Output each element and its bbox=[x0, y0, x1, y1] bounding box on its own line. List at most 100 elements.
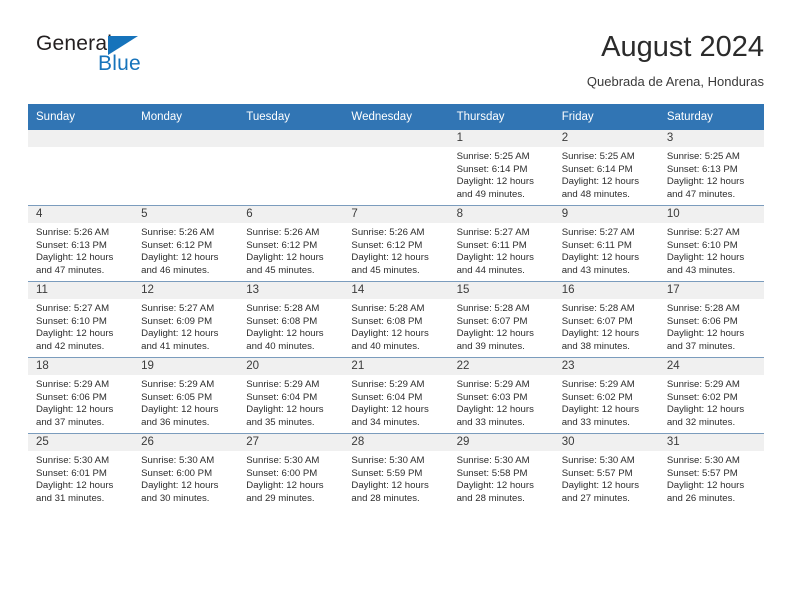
sunset-time: Sunset: 6:12 PM bbox=[246, 239, 318, 251]
daylight-duration-line1: Daylight: 12 hours bbox=[351, 404, 429, 416]
day-cell[interactable]: 5 Sunrise: 5:26 AM Sunset: 6:12 PM Daylight… bbox=[133, 206, 239, 281]
day-cell[interactable]: 27 Sunrise: 5:30 AM Sunset: 6:00 PM Dayligh… bbox=[238, 434, 344, 509]
day-details: Sunrise: 5:29 AM Sunset: 6:04 PM Daylight:… bbox=[343, 375, 448, 429]
calendar-cell: 9 Sunrise: 5:27 AM Sunset: 6:11 PM Daylight… bbox=[553, 205, 659, 282]
sunset-time: Sunset: 5:57 PM bbox=[561, 467, 633, 479]
daylight-duration-line2: and 39 minutes. bbox=[456, 340, 525, 352]
day-cell[interactable]: 31 Sunrise: 5:30 AM Sunset: 5:57 PM Dayligh… bbox=[658, 434, 764, 509]
daylight-duration-line1: Daylight: 12 hours bbox=[246, 404, 324, 416]
daylight-duration-line1: Daylight: 12 hours bbox=[36, 480, 114, 492]
day-details: Sunrise: 5:28 AM Sunset: 6:07 PM Daylight:… bbox=[554, 299, 659, 353]
sunset-time: Sunset: 6:08 PM bbox=[351, 315, 423, 327]
sunset-time: Sunset: 6:14 PM bbox=[561, 163, 633, 175]
daylight-duration-line2: and 37 minutes. bbox=[666, 340, 736, 352]
sunset-time: Sunset: 6:09 PM bbox=[141, 315, 213, 327]
weekday-header-wednesday: Wednesday bbox=[343, 104, 449, 130]
calendar-cell: 23 Sunrise: 5:29 AM Sunset: 6:02 PM Dayligh… bbox=[553, 357, 659, 434]
sunrise-time: Sunrise: 5:25 AM bbox=[456, 151, 530, 162]
calendar-cell: 27 Sunrise: 5:30 AM Sunset: 6:00 PM Dayligh… bbox=[238, 433, 344, 509]
day-cell[interactable]: 19 Sunrise: 5:29 AM Sunset: 6:05 PM Dayligh… bbox=[133, 358, 239, 433]
day-cell[interactable]: 13 Sunrise: 5:28 AM Sunset: 6:08 PM Dayligh… bbox=[238, 282, 344, 357]
day-cell-empty bbox=[133, 130, 239, 205]
calendar-cell: 24 Sunrise: 5:29 AM Sunset: 6:02 PM Dayligh… bbox=[658, 357, 764, 434]
daylight-duration-line1: Daylight: 12 hours bbox=[36, 252, 114, 264]
calendar-week-row: 11 Sunrise: 5:27 AM Sunset: 6:10 PM Dayligh… bbox=[28, 281, 764, 358]
day-cell[interactable]: 6 Sunrise: 5:26 AM Sunset: 6:12 PM Daylight… bbox=[238, 206, 344, 281]
sunrise-time: Sunrise: 5:26 AM bbox=[141, 227, 215, 238]
weekday-header-friday: Friday bbox=[553, 104, 659, 130]
calendar-cell: 16 Sunrise: 5:28 AM Sunset: 6:07 PM Dayligh… bbox=[553, 281, 659, 358]
calendar-cell: 22 Sunrise: 5:29 AM Sunset: 6:03 PM Dayligh… bbox=[448, 357, 554, 434]
calendar-cell: 28 Sunrise: 5:30 AM Sunset: 5:59 PM Dayligh… bbox=[343, 433, 449, 509]
day-details: Sunrise: 5:27 AM Sunset: 6:11 PM Daylight:… bbox=[449, 223, 554, 277]
brand-logo[interactable]: General Blue bbox=[36, 32, 256, 94]
day-cell[interactable]: 18 Sunrise: 5:29 AM Sunset: 6:06 PM Dayligh… bbox=[28, 358, 134, 433]
daylight-duration-line2: and 28 minutes. bbox=[456, 492, 525, 504]
day-cell[interactable]: 22 Sunrise: 5:29 AM Sunset: 6:03 PM Dayligh… bbox=[448, 358, 554, 433]
day-cell[interactable]: 15 Sunrise: 5:28 AM Sunset: 6:07 PM Dayligh… bbox=[448, 282, 554, 357]
page-header: General Blue August 2024 Quebrada de Are… bbox=[28, 28, 764, 98]
day-cell[interactable]: 8 Sunrise: 5:27 AM Sunset: 6:11 PM Daylight… bbox=[448, 206, 554, 281]
calendar-cell: 8 Sunrise: 5:27 AM Sunset: 6:11 PM Daylight… bbox=[448, 205, 554, 282]
day-number bbox=[238, 130, 344, 147]
day-cell[interactable]: 7 Sunrise: 5:26 AM Sunset: 6:12 PM Daylight… bbox=[343, 206, 449, 281]
day-cell[interactable]: 30 Sunrise: 5:30 AM Sunset: 5:57 PM Dayligh… bbox=[553, 434, 659, 509]
sunrise-time: Sunrise: 5:29 AM bbox=[666, 379, 740, 390]
day-details: Sunrise: 5:27 AM Sunset: 6:09 PM Daylight:… bbox=[133, 299, 238, 353]
daylight-duration-line2: and 29 minutes. bbox=[246, 492, 315, 504]
day-details: Sunrise: 5:26 AM Sunset: 6:12 PM Daylight:… bbox=[238, 223, 343, 277]
day-cell[interactable]: 12 Sunrise: 5:27 AM Sunset: 6:09 PM Dayligh… bbox=[133, 282, 239, 357]
sunset-time: Sunset: 6:02 PM bbox=[561, 391, 633, 403]
day-cell[interactable]: 26 Sunrise: 5:30 AM Sunset: 6:00 PM Dayligh… bbox=[133, 434, 239, 509]
day-number: 27 bbox=[238, 434, 344, 451]
calendar-cell: 20 Sunrise: 5:29 AM Sunset: 6:04 PM Dayligh… bbox=[238, 357, 344, 434]
day-cell[interactable]: 23 Sunrise: 5:29 AM Sunset: 6:02 PM Dayligh… bbox=[553, 358, 659, 433]
day-cell[interactable]: 2 Sunrise: 5:25 AM Sunset: 6:14 PM Daylight… bbox=[553, 130, 659, 205]
day-details: Sunrise: 5:28 AM Sunset: 6:08 PM Daylight:… bbox=[238, 299, 343, 353]
calendar-cell: 5 Sunrise: 5:26 AM Sunset: 6:12 PM Daylight… bbox=[133, 205, 239, 282]
calendar-cell: 4 Sunrise: 5:26 AM Sunset: 6:13 PM Daylight… bbox=[28, 205, 134, 282]
day-cell[interactable]: 28 Sunrise: 5:30 AM Sunset: 5:59 PM Dayligh… bbox=[343, 434, 449, 509]
day-cell[interactable]: 10 Sunrise: 5:27 AM Sunset: 6:10 PM Dayligh… bbox=[658, 206, 764, 281]
daylight-duration-line1: Daylight: 12 hours bbox=[351, 252, 429, 264]
day-cell[interactable]: 17 Sunrise: 5:28 AM Sunset: 6:06 PM Dayligh… bbox=[658, 282, 764, 357]
day-cell[interactable]: 16 Sunrise: 5:28 AM Sunset: 6:07 PM Dayligh… bbox=[553, 282, 659, 357]
sunset-time: Sunset: 5:59 PM bbox=[351, 467, 423, 479]
calendar-cell: 31 Sunrise: 5:30 AM Sunset: 5:57 PM Dayligh… bbox=[658, 433, 764, 509]
day-cell[interactable]: 4 Sunrise: 5:26 AM Sunset: 6:13 PM Daylight… bbox=[28, 206, 134, 281]
day-cell[interactable]: 21 Sunrise: 5:29 AM Sunset: 6:04 PM Dayligh… bbox=[343, 358, 449, 433]
sunset-time: Sunset: 6:12 PM bbox=[141, 239, 213, 251]
day-cell[interactable]: 20 Sunrise: 5:29 AM Sunset: 6:04 PM Dayligh… bbox=[238, 358, 344, 433]
sunset-time: Sunset: 6:05 PM bbox=[141, 391, 213, 403]
sunrise-time: Sunrise: 5:30 AM bbox=[456, 455, 530, 466]
day-details: Sunrise: 5:29 AM Sunset: 6:03 PM Daylight:… bbox=[449, 375, 554, 429]
day-cell[interactable]: 1 Sunrise: 5:25 AM Sunset: 6:14 PM Daylight… bbox=[448, 130, 554, 205]
calendar-cell: 6 Sunrise: 5:26 AM Sunset: 6:12 PM Daylight… bbox=[238, 205, 344, 282]
day-cell[interactable]: 9 Sunrise: 5:27 AM Sunset: 6:11 PM Daylight… bbox=[553, 206, 659, 281]
day-cell[interactable]: 24 Sunrise: 5:29 AM Sunset: 6:02 PM Dayligh… bbox=[658, 358, 764, 433]
day-number: 2 bbox=[553, 130, 659, 147]
day-number: 30 bbox=[553, 434, 659, 451]
day-cell[interactable]: 11 Sunrise: 5:27 AM Sunset: 6:10 PM Dayligh… bbox=[28, 282, 134, 357]
daylight-duration-line1: Daylight: 12 hours bbox=[246, 252, 324, 264]
sunset-time: Sunset: 6:13 PM bbox=[666, 163, 738, 175]
daylight-duration-line2: and 36 minutes. bbox=[141, 416, 210, 428]
calendar-cell: 3 Sunrise: 5:25 AM Sunset: 6:13 PM Daylight… bbox=[658, 130, 764, 206]
weekday-header-monday: Monday bbox=[133, 104, 239, 130]
title-block: August 2024 Quebrada de Arena, Honduras bbox=[587, 28, 764, 92]
sunrise-time: Sunrise: 5:26 AM bbox=[36, 227, 110, 238]
day-number: 5 bbox=[133, 206, 239, 223]
day-cell[interactable]: 29 Sunrise: 5:30 AM Sunset: 5:58 PM Dayligh… bbox=[448, 434, 554, 509]
sunrise-time: Sunrise: 5:29 AM bbox=[456, 379, 530, 390]
daylight-duration-line1: Daylight: 12 hours bbox=[561, 404, 640, 416]
day-details: Sunrise: 5:29 AM Sunset: 6:02 PM Daylight:… bbox=[554, 375, 659, 429]
day-cell[interactable]: 25 Sunrise: 5:30 AM Sunset: 6:01 PM Dayligh… bbox=[28, 434, 134, 509]
calendar-cell: 12 Sunrise: 5:27 AM Sunset: 6:09 PM Dayligh… bbox=[133, 281, 239, 358]
sunset-time: Sunset: 6:12 PM bbox=[351, 239, 423, 251]
daylight-duration-line1: Daylight: 12 hours bbox=[666, 404, 745, 416]
sunset-time: Sunset: 6:02 PM bbox=[666, 391, 738, 403]
calendar-cell: 26 Sunrise: 5:30 AM Sunset: 6:00 PM Dayligh… bbox=[133, 433, 239, 509]
sunrise-time: Sunrise: 5:29 AM bbox=[561, 379, 635, 390]
day-cell[interactable]: 3 Sunrise: 5:25 AM Sunset: 6:13 PM Daylight… bbox=[658, 130, 764, 205]
day-cell[interactable]: 14 Sunrise: 5:28 AM Sunset: 6:08 PM Dayligh… bbox=[343, 282, 449, 357]
